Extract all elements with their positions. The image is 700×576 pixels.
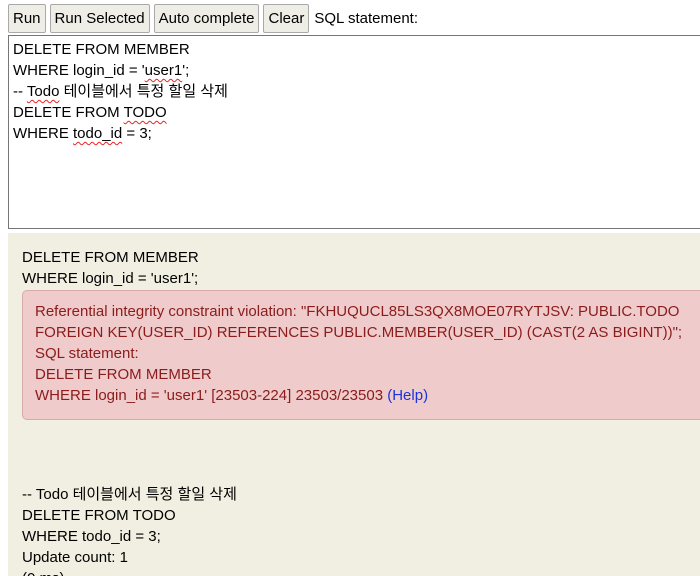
sql-statement-label: SQL statement: (314, 9, 419, 27)
editor-text: WHERE (13, 125, 73, 142)
editor-text: = 3; (122, 125, 152, 142)
error-line: FOREIGN KEY(USER_ID) REFERENCES PUBLIC.M… (35, 324, 683, 341)
editor-line: DELETE FROM TODO (13, 102, 700, 123)
editor-line: WHERE todo_id = 3; (13, 123, 700, 144)
spellcheck-word: TODO (123, 104, 167, 121)
spellcheck-word: Todo (26, 83, 60, 100)
run-selected-button[interactable]: Run Selected (49, 3, 150, 33)
editor-line: DELETE FROM MEMBER (13, 41, 190, 58)
error-line: SQL statement: (35, 345, 139, 362)
error-line: DELETE FROM MEMBER (35, 366, 212, 383)
editor-line: WHERE login_id = 'user1'; (13, 60, 700, 81)
run-button[interactable]: Run (8, 3, 46, 33)
editor-text: '; (182, 62, 190, 79)
sql-editor[interactable]: DELETE FROM MEMBER WHERE login_id = 'user… (8, 35, 700, 229)
spellcheck-word: user1 (144, 62, 183, 79)
result-statement-line: DELETE FROM MEMBER (22, 249, 199, 266)
update-count: Update count: 1 (22, 549, 128, 566)
auto-complete-button[interactable]: Auto complete (153, 3, 260, 33)
result-statement-line: -- Todo 테이블에서 특정 할일 삭제 (22, 486, 237, 503)
result-statement-line: DELETE FROM TODO (22, 507, 176, 524)
editor-text: 테이블에서 특정 할일 삭제 (59, 83, 228, 100)
editor-text: WHERE login_id = ' (13, 62, 145, 79)
error-message-box: Referential integrity constraint violati… (22, 290, 700, 420)
editor-text: -- (13, 83, 27, 100)
error-line: Referential integrity constraint violati… (35, 303, 680, 320)
editor-line: -- Todo 테이블에서 특정 할일 삭제 (13, 81, 700, 102)
spellcheck-word: todo_id (73, 125, 123, 142)
result-statement-line: WHERE todo_id = 3; (22, 528, 161, 545)
help-link[interactable]: (Help) (387, 387, 428, 404)
results-panel: DELETE FROM MEMBER WHERE login_id = 'use… (8, 233, 700, 576)
clear-button[interactable]: Clear (263, 3, 310, 33)
error-text: WHERE login_id = 'user1' [23503-224] 235… (35, 387, 388, 404)
result-statement-line: WHERE login_id = 'user1'; (22, 270, 199, 287)
error-line: WHERE login_id = 'user1' [23503-224] 235… (35, 385, 699, 406)
toolbar: Run Run Selected Auto complete Clear SQL… (0, 0, 700, 36)
execution-time: (0 ms) (22, 568, 65, 576)
editor-text: DELETE FROM (13, 104, 124, 121)
